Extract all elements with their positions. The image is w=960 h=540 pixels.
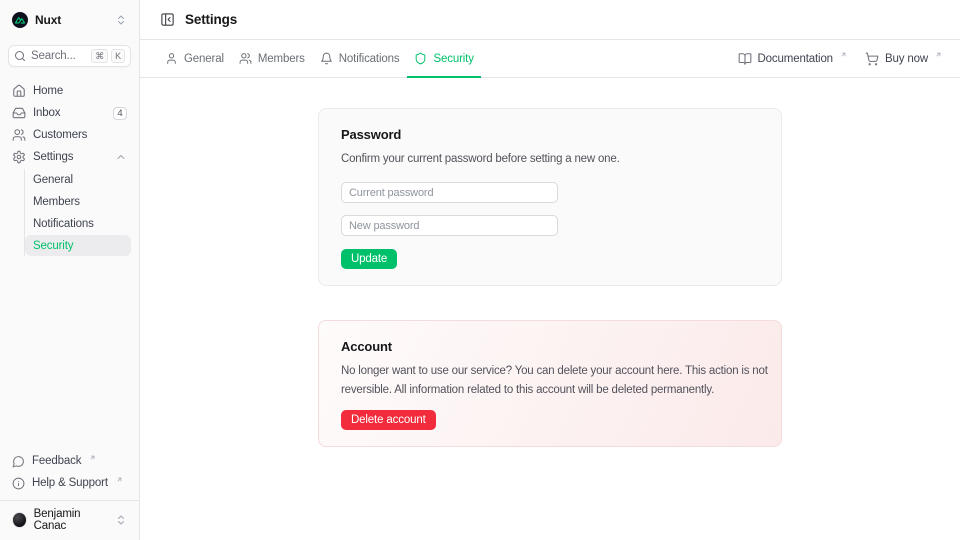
card-description: Confirm your current password before set… (341, 150, 759, 169)
feedback-link[interactable]: Feedback (8, 450, 131, 472)
chevrons-up-down-icon (115, 514, 127, 526)
tab-members[interactable]: Members (232, 40, 312, 77)
account-card: Account No longer want to use our servic… (318, 320, 782, 447)
search-input[interactable] (31, 50, 86, 62)
sidebar-item-home[interactable]: Home (8, 80, 131, 102)
search-shortcut: ⌘ K (91, 49, 125, 63)
tab-security[interactable]: Security (407, 40, 480, 77)
users-icon (12, 128, 26, 142)
external-link-icon (935, 51, 942, 58)
external-link-icon (116, 476, 123, 483)
sidebar-item-members[interactable]: Members (25, 191, 131, 212)
sidebar-item-label: Notifications (33, 218, 94, 230)
tab-notifications[interactable]: Notifications (313, 40, 407, 77)
description-line: No longer want to use our service? You c… (341, 362, 759, 381)
inbox-icon (12, 106, 26, 120)
tab-bar: General Members Notifications Security D… (140, 40, 960, 78)
top-link-label: Documentation (758, 53, 833, 65)
delete-account-button[interactable]: Delete account (341, 410, 436, 430)
sidebar-top: Nuxt ⌘ K Home Inbox 4 Customers (8, 10, 131, 257)
main-panel: Settings General Members Notifications S… (140, 0, 960, 540)
kbd-meta: ⌘ (91, 49, 108, 63)
password-form: Update (341, 182, 759, 269)
buy-now-link[interactable]: Buy now (865, 52, 942, 66)
sidebar-nav: Home Inbox 4 Customers Settings General … (8, 80, 131, 256)
sidebar-item-label: Security (33, 240, 73, 252)
chevron-up-icon (115, 151, 127, 163)
sidebar-item-label: Customers (33, 129, 87, 141)
sidebar-item-label: Members (33, 196, 80, 208)
sidebar-item-notifications[interactable]: Notifications (25, 213, 131, 234)
user-icon (165, 52, 178, 65)
team-switcher[interactable]: Nuxt (8, 10, 131, 30)
external-link-icon (89, 454, 96, 461)
tab-general[interactable]: General (158, 40, 231, 77)
description-line: reversible. All information related to t… (341, 381, 759, 400)
update-button[interactable]: Update (341, 249, 397, 269)
avatar (12, 512, 27, 528)
users-icon (239, 52, 252, 65)
page-title: Settings (185, 12, 237, 27)
nuxt-logo-icon (12, 12, 28, 28)
page-header: Settings (140, 0, 960, 40)
sidebar-item-customers[interactable]: Customers (8, 124, 131, 146)
sidebar-item-label: Inbox (33, 107, 60, 119)
card-description: No longer want to use our service? You c… (341, 362, 759, 400)
divider (0, 500, 139, 501)
tab-label: Notifications (339, 53, 400, 65)
help-support-link[interactable]: Help & Support (8, 472, 131, 494)
tab-label: Security (433, 53, 473, 65)
inbox-count-badge: 4 (113, 107, 127, 120)
home-icon (12, 84, 26, 98)
sidebar-bottom: Feedback Help & Support Benjamin Canac (8, 450, 131, 534)
brand-name: Nuxt (35, 13, 61, 27)
sidebar-item-inbox[interactable]: Inbox 4 (8, 102, 131, 124)
tab-label: General (184, 53, 224, 65)
user-name: Benjamin Canac (34, 508, 108, 532)
message-circle-icon (12, 455, 25, 468)
search-icon (14, 50, 26, 62)
bell-icon (320, 52, 333, 65)
documentation-link[interactable]: Documentation (738, 52, 847, 66)
kbd-k: K (111, 49, 125, 63)
password-card: Password Confirm your current password b… (318, 108, 782, 286)
chevrons-up-down-icon (115, 14, 127, 26)
sidebar: Nuxt ⌘ K Home Inbox 4 Customers (0, 0, 140, 540)
tab-label: Members (258, 53, 305, 65)
tabs: General Members Notifications Security (158, 40, 481, 77)
card-title: Password (341, 127, 759, 142)
book-open-icon (738, 52, 752, 66)
sidebar-item-label: Settings (33, 151, 73, 163)
new-password-field[interactable] (341, 215, 558, 236)
top-link-label: Buy now (885, 53, 928, 65)
sidebar-item-general[interactable]: General (25, 169, 131, 190)
current-password-field[interactable] (341, 182, 558, 203)
shopping-cart-icon (865, 52, 879, 66)
shield-icon (414, 52, 427, 65)
content-area: Password Confirm your current password b… (140, 78, 960, 540)
collapse-sidebar-button[interactable] (160, 12, 175, 27)
sidebar-item-settings[interactable]: Settings (8, 146, 131, 168)
sidebar-item-security[interactable]: Security (25, 235, 131, 256)
panel-left-close-icon (160, 12, 175, 27)
header-links: Documentation Buy now (738, 40, 942, 77)
sidebar-item-label: Home (33, 85, 63, 97)
search-box[interactable]: ⌘ K (8, 45, 131, 67)
gear-icon (12, 150, 26, 164)
user-menu[interactable]: Benjamin Canac (8, 506, 131, 534)
sidebar-item-label: General (33, 174, 73, 186)
settings-submenu: General Members Notifications Security (24, 169, 131, 256)
foot-link-label: Help & Support (32, 477, 108, 489)
foot-link-label: Feedback (32, 455, 81, 467)
info-circle-icon (12, 477, 25, 490)
card-title: Account (341, 339, 759, 354)
external-link-icon (840, 51, 847, 58)
